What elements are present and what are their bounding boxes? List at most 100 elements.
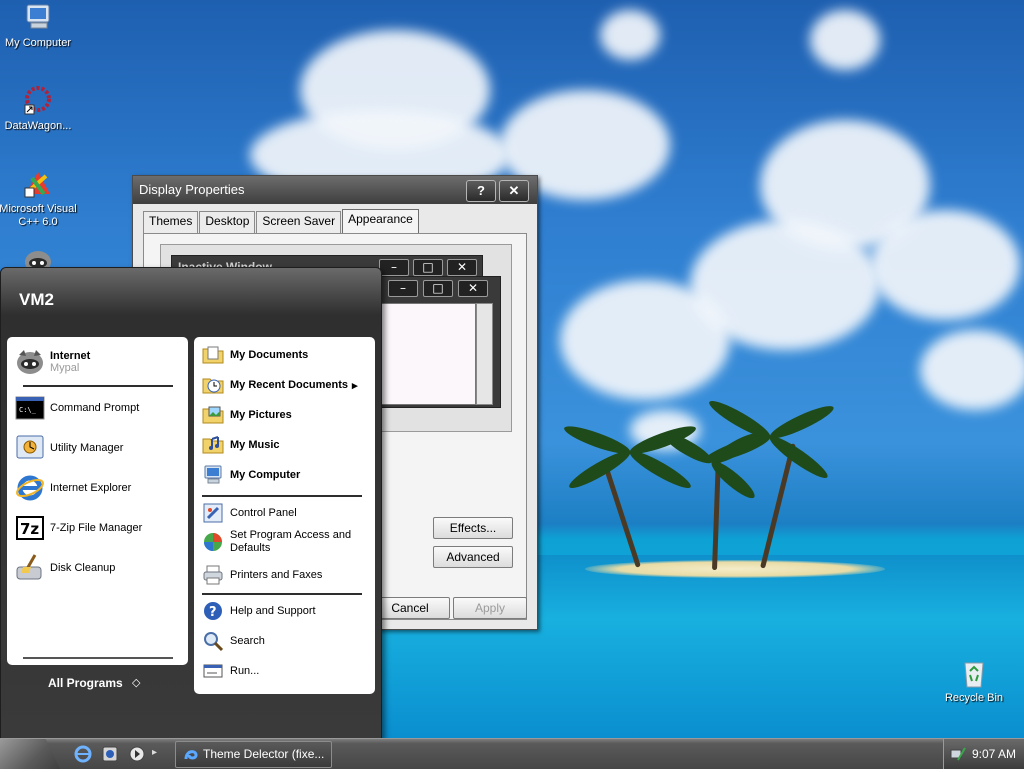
start-item-my-documents[interactable]: My Documents: [202, 343, 308, 367]
start-item-label: Printers and Faxes: [230, 569, 323, 581]
start-item-label: Search: [230, 635, 265, 647]
utility-manager-icon: [15, 433, 45, 463]
separator: [202, 495, 362, 497]
start-item-label: My Recent Documents: [230, 379, 348, 391]
arrow-icon[interactable]: [127, 744, 147, 764]
raccoon-browser-icon: [15, 347, 45, 377]
program-access-icon: [202, 531, 224, 553]
start-item-my-computer[interactable]: My Computer: [202, 463, 300, 487]
desktop-icon-datawagon[interactable]: DataWagon...: [0, 85, 80, 133]
user-name: VM2: [19, 290, 54, 309]
start-item-label: My Pictures: [230, 409, 292, 421]
window-titlebar[interactable]: Display Properties ? ✕: [133, 176, 537, 204]
close-button[interactable]: ✕: [499, 180, 529, 202]
desktop-icon-label: My Computer: [4, 37, 72, 49]
palm-frond: [565, 445, 634, 494]
taskbar-button-theme-delector[interactable]: Theme Delector (fixe...: [175, 741, 332, 768]
diamond-arrow-icon: ◇: [132, 676, 141, 689]
desktop-icon-visual-cpp[interactable]: Microsoft Visual C++ 6.0: [0, 168, 80, 229]
separator: [23, 657, 173, 659]
svg-text:C:\_: C:\_: [19, 406, 37, 414]
recent-documents-icon: [202, 374, 224, 396]
help-button[interactable]: ?: [466, 180, 496, 202]
recycle-bin-icon: [958, 657, 990, 689]
start-item-run[interactable]: Run...: [202, 659, 259, 683]
wallpaper-cloud: [920, 330, 1024, 410]
folder-music-icon: [202, 434, 224, 456]
start-item-7zip[interactable]: 7z 7-Zip File Manager: [15, 512, 142, 544]
start-item-internet-explorer[interactable]: Internet Explorer: [15, 472, 131, 504]
start-item-label: My Documents: [230, 349, 309, 361]
datawagon-shortcut-icon: [22, 85, 54, 117]
start-item-label: Control Panel: [230, 507, 297, 519]
start-item-label: My Music: [230, 439, 280, 451]
desktop-icon-label: DataWagon...: [4, 120, 72, 132]
system-tray: 9:07 AM: [943, 739, 1024, 769]
desktop-icon-my-computer[interactable]: My Computer: [0, 2, 80, 50]
start-item-command-prompt[interactable]: C:\_ Command Prompt: [15, 392, 139, 424]
start-item-utility-manager[interactable]: Utility Manager: [15, 432, 123, 464]
start-item-label: Utility Manager: [50, 442, 124, 454]
separator: [202, 593, 362, 595]
start-item-my-music[interactable]: My Music: [202, 433, 280, 457]
wallpaper-cloud: [810, 10, 880, 70]
clock[interactable]: 9:07 AM: [972, 747, 1016, 761]
quick-launch-chevron-icon[interactable]: ▸: [152, 747, 157, 758]
apply-button[interactable]: Apply: [453, 597, 527, 619]
palm-frond: [765, 431, 832, 483]
control-panel-icon: [202, 502, 224, 524]
minimize-icon: –: [379, 259, 409, 276]
wallpaper-island: [585, 560, 885, 578]
cancel-button[interactable]: Cancel: [370, 597, 450, 619]
effects-button[interactable]: Effects...: [433, 517, 513, 539]
my-computer-icon: [202, 464, 224, 486]
submenu-arrow-icon: ▸: [351, 379, 358, 392]
palm-frond: [701, 430, 773, 468]
tab-desktop[interactable]: Desktop: [199, 211, 256, 233]
start-item-label: Run...: [230, 665, 260, 677]
start-menu: VM2 Internet Mypal C:\_ Command Prompt U…: [0, 267, 382, 739]
start-item-label: 7-Zip File Manager: [50, 522, 143, 534]
maximize-icon: □: [423, 280, 453, 297]
7zip-icon: 7z: [15, 513, 45, 543]
start-item-internet[interactable]: Internet Mypal: [15, 345, 90, 379]
svg-text:7z: 7z: [20, 520, 39, 538]
window-title: Display Properties: [139, 182, 245, 197]
network-icon[interactable]: [950, 746, 966, 762]
tab-appearance[interactable]: Appearance: [342, 209, 419, 234]
help-icon: ?: [202, 600, 224, 622]
start-item-label: My Computer: [230, 469, 301, 481]
start-item-help[interactable]: ? Help and Support: [202, 599, 316, 623]
internet-explorer-icon[interactable]: [73, 744, 93, 764]
start-item-label: Set Program Access and Defaults: [230, 529, 352, 554]
start-item-disk-cleanup[interactable]: Disk Cleanup: [15, 552, 115, 584]
close-icon: ✕: [458, 280, 488, 297]
start-item-printers[interactable]: Printers and Faxes: [202, 563, 322, 587]
start-menu-programs-pane: Internet Mypal C:\_ Command Prompt Utili…: [7, 337, 188, 665]
internet-explorer-icon: [15, 473, 45, 503]
start-item-label: Internet: [50, 350, 91, 362]
start-item-program-access[interactable]: Set Program Access and Defaults: [202, 525, 355, 559]
palm-trunk: [601, 459, 641, 568]
printer-icon: [202, 564, 224, 586]
start-button[interactable]: [0, 739, 60, 769]
all-programs-button[interactable]: All Programs: [48, 676, 123, 690]
taskbar: ▸ Theme Delector (fixe... 9:07 AM: [0, 738, 1024, 769]
palm-trunk: [760, 443, 796, 569]
advanced-button[interactable]: Advanced: [433, 546, 513, 568]
svg-text:?: ?: [209, 605, 217, 620]
start-item-control-panel[interactable]: Control Panel: [202, 501, 297, 525]
tab-themes[interactable]: Themes: [143, 211, 199, 233]
start-item-my-pictures[interactable]: My Pictures: [202, 403, 292, 427]
wallpaper-cloud: [870, 210, 1020, 320]
media-icon[interactable]: [100, 744, 120, 764]
desktop-icon-recycle-bin[interactable]: Recycle Bin: [932, 657, 1016, 705]
my-computer-icon: [22, 2, 54, 34]
folder-documents-icon: [202, 344, 224, 366]
theme-delector-icon: [183, 747, 199, 763]
tab-screen-saver[interactable]: Screen Saver: [256, 211, 342, 233]
start-item-my-recent-documents[interactable]: My Recent Documents ▸: [202, 373, 358, 397]
taskbar-button-label: Theme Delector (fixe...: [203, 747, 325, 761]
start-item-search[interactable]: Search: [202, 629, 265, 653]
folder-pictures-icon: [202, 404, 224, 426]
